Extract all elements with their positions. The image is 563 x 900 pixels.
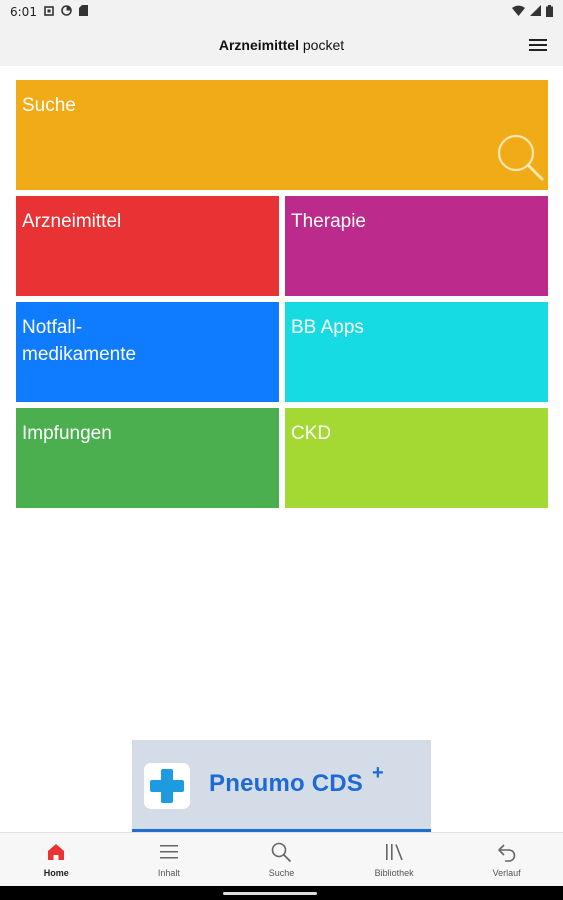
nav-suche-label: Suche — [268, 868, 295, 878]
tile-ckd-label: CKD — [291, 423, 332, 444]
tile-bb-apps[interactable]: BB Apps — [285, 302, 548, 402]
tile-impfungen-label: Impfungen — [22, 423, 112, 444]
nav-inhalt-label: Inhalt — [157, 868, 180, 878]
list-icon — [158, 841, 180, 863]
app-title: Arzneimittel pocket — [219, 37, 344, 53]
signal-icon — [530, 5, 541, 19]
nav-verlauf-label: Verlauf — [492, 868, 521, 878]
app-bar: Arzneimittel pocket — [0, 24, 563, 66]
home-icon — [45, 841, 67, 863]
tile-therapie[interactable]: Therapie — [285, 196, 548, 296]
nav-suche[interactable]: Suche — [225, 833, 338, 886]
tile-ckd[interactable]: CKD — [285, 408, 548, 508]
tile-search-label: Suche — [22, 95, 76, 116]
app-title-light: pocket — [298, 37, 345, 53]
bottom-navigation: Home Inhalt Suche Bibliothek Verlauf — [0, 832, 563, 886]
battery-icon — [546, 4, 553, 20]
search-icon — [270, 841, 292, 863]
tile-impfungen[interactable]: Impfungen — [16, 408, 279, 508]
nav-bibliothek[interactable]: Bibliothek — [338, 833, 451, 886]
undo-icon — [496, 841, 518, 863]
nav-inhalt[interactable]: Inhalt — [113, 833, 226, 886]
tile-bb-apps-label: BB Apps — [291, 317, 364, 338]
nav-verlauf[interactable]: Verlauf — [450, 833, 563, 886]
hamburger-menu-icon[interactable] — [529, 37, 547, 53]
status-bar: 6:01 — [0, 0, 563, 24]
status-time: 6:01 — [10, 5, 37, 19]
wifi-icon — [512, 5, 525, 19]
data-saver-icon — [61, 5, 72, 19]
tile-arzneimittel-label: Arzneimittel — [22, 211, 122, 232]
gesture-handle[interactable] — [223, 892, 317, 895]
pneumo-cds-banner[interactable]: Pneumo CDS + — [132, 740, 431, 832]
banner-superscript: + — [372, 762, 384, 784]
library-icon — [383, 841, 405, 863]
system-gesture-bar — [0, 886, 563, 900]
tile-notfall-label-1: Notfall- — [22, 317, 83, 338]
search-icon — [495, 132, 545, 190]
tile-notfallmedikamente[interactable]: Notfall- medikamente — [16, 302, 279, 402]
app-title-bold: Arzneimittel — [218, 37, 299, 53]
tile-arzneimittel[interactable]: Arzneimittel — [16, 196, 279, 296]
tile-therapie-label: Therapie — [291, 211, 366, 232]
banner-title: Pneumo CDS — [209, 770, 364, 797]
main-content: Suche Arzneimittel Therapie Notfall- med… — [0, 66, 563, 740]
tile-notfall-label-2: medikamente — [22, 344, 137, 365]
nav-home-label: Home — [43, 868, 69, 878]
tile-search[interactable]: Suche — [16, 80, 548, 190]
sd-card-icon — [78, 5, 88, 19]
nav-bibliothek-label: Bibliothek — [374, 868, 414, 878]
banner-area: Pneumo CDS + — [0, 740, 563, 832]
nav-home[interactable]: Home — [0, 833, 113, 886]
square-notification-icon — [44, 5, 54, 19]
medical-cross-icon — [144, 763, 190, 809]
